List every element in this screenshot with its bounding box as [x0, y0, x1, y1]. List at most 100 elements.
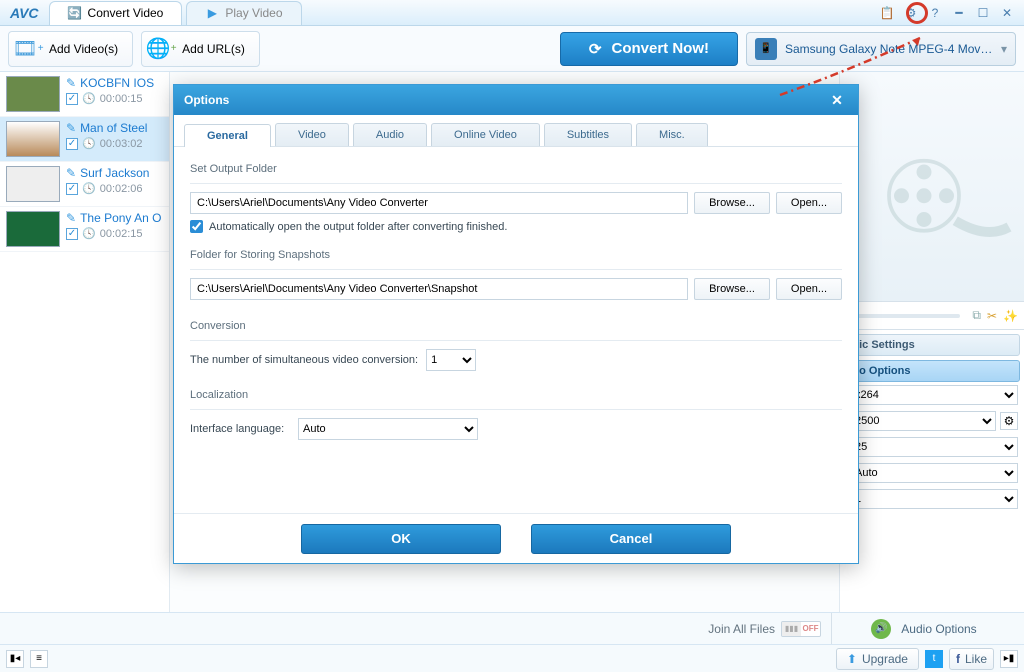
list-icon[interactable]: 📋 — [878, 4, 896, 22]
add-urls-button[interactable]: 🌐+ Add URL(s) — [141, 31, 260, 67]
window-controls: 📋 ⚙ ? ━ ☐ ✕ — [878, 4, 1024, 22]
convert-icon: ⟳ — [589, 40, 602, 58]
simultaneous-select[interactable]: 1 — [426, 349, 476, 371]
video-list: ✎KOCBFN IOS ✓🕓00:00:15 ✎Man of Steel ✓🕓0… — [0, 72, 170, 612]
dialog-body: Set Output Folder Browse... Open... Auto… — [174, 147, 858, 513]
ok-button[interactable]: OK — [301, 524, 501, 554]
help-icon[interactable]: ? — [926, 4, 944, 22]
scissors-icon[interactable]: ✂ — [987, 309, 997, 323]
open-output-button[interactable]: Open... — [776, 192, 842, 214]
browse-snapshot-button[interactable]: Browse... — [694, 278, 770, 300]
tab-play-video[interactable]: ▶ Play Video — [186, 1, 301, 25]
gear-icon[interactable]: ⚙ — [902, 4, 920, 22]
wand-icon[interactable]: ✨ — [1003, 309, 1018, 323]
facebook-like-button[interactable]: fLike — [949, 648, 994, 670]
clock-icon: 🕓 — [82, 92, 96, 105]
dialog-footer: OK Cancel — [174, 513, 858, 563]
fps-select[interactable]: 25 — [846, 437, 1018, 457]
video-thumbnail — [6, 166, 60, 202]
convert-now-button[interactable]: ⟳ Convert Now! — [560, 32, 738, 66]
snapshot-folder-input[interactable] — [190, 278, 688, 300]
join-all-toggle[interactable]: ▮▮▮OFF — [781, 621, 821, 637]
tab-video[interactable]: Video — [275, 123, 349, 146]
minimize-icon[interactable]: ━ — [950, 4, 968, 22]
video-name: ✎Man of Steel — [66, 121, 147, 135]
auto-open-checkbox-row[interactable]: Automatically open the output folder aft… — [190, 220, 842, 233]
dialog-close-button[interactable]: ✕ — [826, 89, 848, 111]
crop-icon[interactable]: ⧉ — [972, 308, 981, 323]
output-profile-dropdown[interactable]: 📱 Samsung Galaxy Note MPEG-4 Movie... ▾ — [746, 32, 1016, 66]
footer-bar: Join All Files ▮▮▮OFF 🔊 Audio Options — [0, 612, 1024, 644]
bitrate-select[interactable]: 2500 — [846, 411, 996, 431]
panel-right-icon[interactable]: ▸▮ — [1000, 650, 1018, 668]
video-thumbnail — [6, 211, 60, 247]
tab-misc[interactable]: Misc. — [636, 123, 708, 146]
checkbox-icon[interactable]: ✓ — [66, 183, 78, 195]
bottom-bar: ▮◂ ≡ ⬆Upgrade t fLike ▸▮ — [0, 644, 1024, 672]
pencil-icon: ✎ — [66, 211, 76, 225]
video-item[interactable]: ✎Man of Steel ✓🕓00:03:02 — [0, 117, 169, 162]
add-videos-label: Add Video(s) — [49, 42, 118, 56]
speaker-icon: 🔊 — [871, 619, 891, 639]
upgrade-icon: ⬆ — [847, 652, 857, 666]
snapshot-folder-label: Folder for Storing Snapshots — [190, 245, 842, 265]
video-item[interactable]: ✎Surf Jackson ✓🕓00:02:06 — [0, 162, 169, 207]
pencil-icon: ✎ — [66, 166, 76, 180]
audio-options-section[interactable]: 🔊 Audio Options — [831, 613, 1016, 644]
video-time: ✓🕓00:02:15 — [66, 227, 161, 240]
bitrate-gear-icon[interactable]: ⚙ — [1000, 412, 1018, 430]
timeline-slider[interactable] — [852, 314, 960, 318]
profile-label: Samsung Galaxy Note MPEG-4 Movie... — [785, 42, 993, 56]
video-name: ✎The Pony An O — [66, 211, 161, 225]
size-select[interactable]: Auto — [846, 463, 1018, 483]
video-time: ✓🕓00:02:06 — [66, 182, 149, 195]
checkbox-icon[interactable]: ✓ — [66, 228, 78, 240]
video-name: ✎Surf Jackson — [66, 166, 149, 180]
video-thumbnail — [6, 121, 60, 157]
main-toolbar: 🎞+ Add Video(s) 🌐+ Add URL(s) ⟳ Convert … — [0, 26, 1024, 72]
maximize-icon[interactable]: ☐ — [974, 4, 992, 22]
clock-icon: 🕓 — [82, 137, 96, 150]
panel-mode-icon[interactable]: ≡ — [30, 650, 48, 668]
language-select[interactable]: Auto — [298, 418, 478, 440]
pencil-icon: ✎ — [66, 76, 76, 90]
video-item[interactable]: ✎KOCBFN IOS ✓🕓00:00:15 — [0, 72, 169, 117]
tab-convert-video[interactable]: 🔄 Convert Video — [49, 1, 183, 25]
auto-open-checkbox[interactable] — [190, 220, 203, 233]
open-snapshot-button[interactable]: Open... — [776, 278, 842, 300]
convert-now-label: Convert Now! — [612, 40, 710, 57]
clock-icon: 🕓 — [82, 227, 96, 240]
chevron-down-icon: ▾ — [1001, 42, 1007, 56]
basic-settings-header[interactable]: sic Settings — [844, 334, 1020, 356]
checkbox-icon[interactable]: ✓ — [66, 93, 78, 105]
panel-left-icon[interactable]: ▮◂ — [6, 650, 24, 668]
dialog-title: Options — [184, 93, 229, 107]
tab-audio[interactable]: Audio — [353, 123, 427, 146]
pass-select[interactable]: 1 — [846, 489, 1018, 509]
twitter-icon[interactable]: t — [925, 650, 943, 668]
audio-options-label: Audio Options — [901, 622, 976, 636]
add-videos-button[interactable]: 🎞+ Add Video(s) — [8, 31, 133, 67]
language-label: Interface language: — [190, 423, 290, 435]
upgrade-button[interactable]: ⬆Upgrade — [836, 648, 919, 670]
browse-output-button[interactable]: Browse... — [694, 192, 770, 214]
close-icon[interactable]: ✕ — [998, 4, 1016, 22]
right-panel: ⧉ ✂ ✨ sic Settings eo Options x264 2500⚙… — [839, 72, 1024, 612]
play-icon: ▶ — [205, 6, 219, 20]
video-time: ✓🕓00:03:02 — [66, 137, 147, 150]
tab-general[interactable]: General — [184, 124, 271, 147]
clock-icon: 🕓 — [82, 182, 96, 195]
video-item[interactable]: ✎The Pony An O ✓🕓00:02:15 — [0, 207, 169, 252]
video-options-header[interactable]: eo Options — [844, 360, 1020, 382]
refresh-icon: 🔄 — [68, 6, 82, 20]
simultaneous-label: The number of simultaneous video convers… — [190, 354, 418, 366]
tab-play-label: Play Video — [225, 6, 282, 20]
codec-select[interactable]: x264 — [846, 385, 1018, 405]
cancel-button[interactable]: Cancel — [531, 524, 731, 554]
tab-online-video[interactable]: Online Video — [431, 123, 540, 146]
conversion-label: Conversion — [190, 316, 842, 336]
dialog-tabs: General Video Audio Online Video Subtitl… — [174, 115, 858, 147]
checkbox-icon[interactable]: ✓ — [66, 138, 78, 150]
tab-subtitles[interactable]: Subtitles — [544, 123, 632, 146]
output-folder-input[interactable] — [190, 192, 688, 214]
